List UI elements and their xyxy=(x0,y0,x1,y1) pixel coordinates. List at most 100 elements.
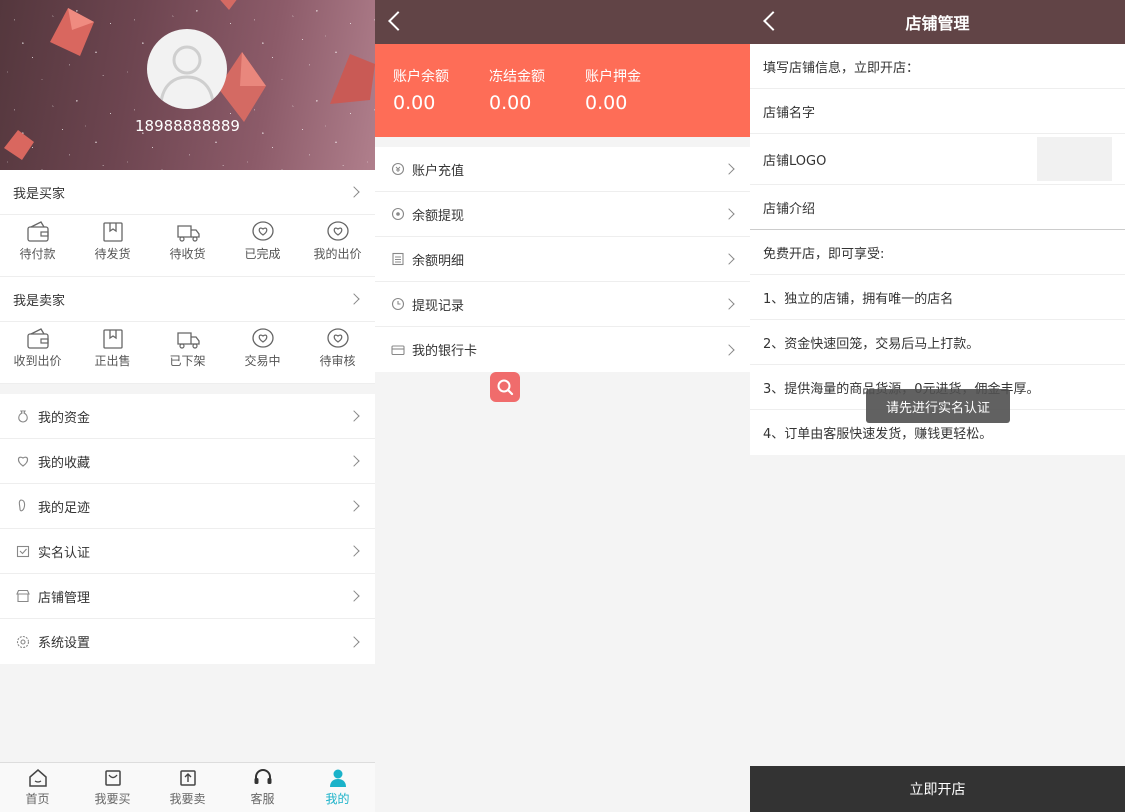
buyer-item-label: 待付款 xyxy=(19,247,56,261)
tab-mine[interactable]: 我的 xyxy=(300,763,375,812)
seller-pending-review[interactable]: 待审核 xyxy=(300,322,375,383)
buyer-section-row[interactable]: 我是买家 xyxy=(0,170,375,215)
seller-on-sale[interactable]: 正出售 xyxy=(75,322,150,383)
profile-menu: 我的资金 我的收藏 我的足迹 实名认证 店铺管理 系统设置 xyxy=(0,394,375,664)
tab-label: 我的 xyxy=(325,792,350,806)
wallet-item-recharge[interactable]: 账户充值 xyxy=(375,147,750,192)
heart-icon xyxy=(17,456,29,467)
heart-bubble-icon xyxy=(326,221,349,241)
menu-item-label: 实名认证 xyxy=(38,545,91,561)
chevron-right-icon xyxy=(723,298,735,310)
seller-order-grid: 收到出价 正出售 已下架 交易中 待审核 xyxy=(0,322,375,384)
buyer-pending-payment[interactable]: 待付款 xyxy=(0,215,75,276)
tab-customer-service[interactable]: 客服 xyxy=(225,763,300,812)
back-arrow-icon[interactable] xyxy=(388,11,408,31)
heart-bubble-icon xyxy=(251,221,274,241)
seller-delisted[interactable]: 已下架 xyxy=(150,322,225,383)
gear-icon xyxy=(16,635,30,648)
tab-home[interactable]: 首页 xyxy=(0,763,75,812)
decorative-gem-icon xyxy=(220,0,237,10)
shop-logo-field: 店铺LOGO xyxy=(750,134,1125,185)
money-bag-icon xyxy=(18,410,28,423)
wallet-item-label: 余额提现 xyxy=(412,208,465,224)
buyer-pending-ship[interactable]: 待发货 xyxy=(75,215,150,276)
phone-number: 18988888889 xyxy=(135,117,240,135)
wallet-item-bank-card[interactable]: 我的银行卡 xyxy=(375,327,750,372)
wallet-item-withdraw[interactable]: 余额提现 xyxy=(375,192,750,237)
buyer-pending-receive[interactable]: 待收货 xyxy=(150,215,225,276)
shop-intro-label: 店铺介绍 xyxy=(763,201,816,217)
menu-item-favorites[interactable]: 我的收藏 xyxy=(0,439,375,484)
chevron-right-icon xyxy=(723,208,735,220)
package-icon xyxy=(102,222,123,242)
shop-name-label: 店铺名字 xyxy=(763,105,816,121)
buyer-my-bids[interactable]: 我的出价 xyxy=(300,215,375,276)
open-store-button[interactable]: 立即开店 xyxy=(750,766,1125,812)
buyer-item-label: 我的出价 xyxy=(313,247,362,261)
balance-card-frozen: 冻结金额 0.00 xyxy=(489,66,585,137)
heart-bubble-icon xyxy=(326,328,349,348)
verified-icon xyxy=(16,545,30,558)
seller-item-label: 已下架 xyxy=(169,354,206,368)
seller-section-row[interactable]: 我是卖家 xyxy=(0,277,375,322)
wallet-icon xyxy=(26,221,49,242)
footprint-icon xyxy=(18,499,26,512)
menu-item-funds[interactable]: 我的资金 xyxy=(0,394,375,439)
wallet-item-label: 提现记录 xyxy=(412,298,465,314)
seller-item-label: 交易中 xyxy=(244,354,281,368)
tab-sell[interactable]: 我要卖 xyxy=(150,763,225,812)
balance-value: 0.00 xyxy=(393,92,436,114)
menu-item-store-management[interactable]: 店铺管理 xyxy=(0,574,375,619)
menu-item-footprints[interactable]: 我的足迹 xyxy=(0,484,375,529)
menu-item-verification[interactable]: 实名认证 xyxy=(0,529,375,574)
tab-label: 首页 xyxy=(25,792,50,806)
profile-header: 18988888889 xyxy=(0,0,375,170)
balance-label: 账户余额 xyxy=(393,69,449,85)
chevron-right-icon xyxy=(348,500,360,512)
balance-summary: 账户余额 0.00 冻结金额 0.00 账户押金 0.00 xyxy=(375,44,750,137)
seller-trading[interactable]: 交易中 xyxy=(225,322,300,383)
search-button[interactable] xyxy=(490,372,520,402)
chevron-right-icon xyxy=(348,590,360,602)
headset-icon xyxy=(254,769,271,784)
page-title: 店铺管理 xyxy=(905,14,970,33)
wallet-item-details[interactable]: 余额明细 xyxy=(375,237,750,282)
wallet-item-label: 余额明细 xyxy=(412,253,465,269)
tab-label: 我要卖 xyxy=(169,792,206,806)
menu-item-label: 店铺管理 xyxy=(38,590,91,606)
benefit-item: 2、资金快速回笼，交易后马上打款。 xyxy=(750,320,1125,365)
bottom-tab-bar: 首页 我要买 我要卖 客服 我的 xyxy=(0,762,375,812)
wallet-header xyxy=(375,0,750,44)
upload-icon xyxy=(179,770,196,786)
chevron-right-icon xyxy=(723,253,735,265)
shop-header: 店铺管理 xyxy=(750,0,1125,44)
wallet-item-label: 我的银行卡 xyxy=(412,344,478,359)
tab-label: 我要买 xyxy=(94,792,131,806)
avatar[interactable] xyxy=(147,29,227,109)
buyer-order-grid: 待付款 待发货 待收货 已完成 我的出价 xyxy=(0,215,375,277)
cart-icon xyxy=(104,770,121,786)
benefit-text: 1、独立的店铺，拥有唯一的店名 xyxy=(763,291,954,307)
decorative-gem-icon xyxy=(330,54,375,104)
buyer-completed[interactable]: 已完成 xyxy=(225,215,300,276)
user-icon xyxy=(329,769,346,787)
shop-name-field[interactable]: 店铺名字 xyxy=(750,89,1125,134)
tab-buy[interactable]: 我要买 xyxy=(75,763,150,812)
truck-icon xyxy=(176,332,200,349)
toast-message: 请先进行实名认证 xyxy=(866,389,1010,423)
chevron-right-icon xyxy=(348,455,360,467)
menu-item-settings[interactable]: 系统设置 xyxy=(0,619,375,664)
logo-upload-box[interactable] xyxy=(1037,137,1112,181)
home-icon xyxy=(28,769,47,787)
seller-received-bids[interactable]: 收到出价 xyxy=(0,322,75,383)
shop-panel: 店铺管理 填写店铺信息，立即开店： 店铺名字 店铺LOGO 店铺介绍 免费开店，… xyxy=(750,0,1125,812)
package-icon xyxy=(102,329,123,349)
menu-item-label: 我的资金 xyxy=(38,410,91,426)
wallet-item-withdraw-records[interactable]: 提现记录 xyxy=(375,282,750,327)
buyer-item-label: 待收货 xyxy=(169,247,206,261)
balance-card-deposit: 账户押金 0.00 xyxy=(585,66,681,137)
shop-intro-field[interactable]: 店铺介绍 xyxy=(750,185,1125,230)
seller-item-label: 收到出价 xyxy=(13,354,62,368)
chevron-right-icon xyxy=(348,186,360,198)
seller-item-label: 待审核 xyxy=(319,354,356,368)
